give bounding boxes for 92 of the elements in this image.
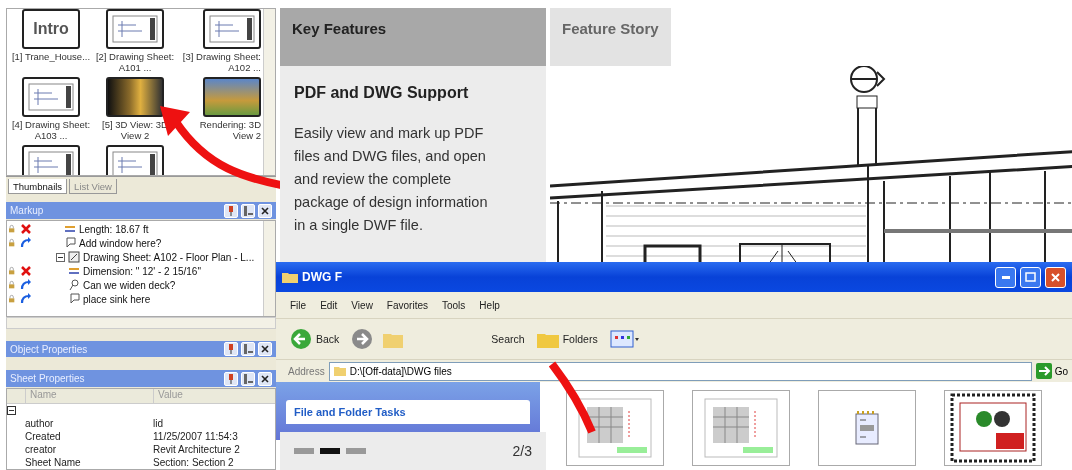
go-arrow-icon [1035,363,1052,379]
dock-icon [243,373,253,384]
address-label: Address [288,365,325,377]
tree-item[interactable]: Dimension: " 12' - 2 15/16" [83,265,201,277]
dock-icon [243,205,253,216]
task-pane-header[interactable]: File and Folder Tasks [286,400,530,424]
menu-item[interactable]: View [351,299,373,311]
tree-item[interactable]: Add window here? [79,237,162,249]
tree-item[interactable]: Can we widen deck? [83,279,176,291]
table-cell-text: 11/25/2007 11:54:3 [153,431,239,442]
close-icon [1051,272,1060,282]
file-thumbnail[interactable] [692,390,790,466]
dock-button[interactable] [241,342,255,357]
minimize-button[interactable] [995,266,1016,288]
minimize-icon [1001,275,1010,279]
notepad-icon [854,411,880,445]
scrollbar[interactable] [263,9,275,175]
speech-bubble-icon [64,237,76,250]
sheet-thumbnail[interactable] [203,9,261,49]
file-thumbnail[interactable] [944,390,1042,466]
folder-icon [333,366,346,376]
feature-description: Easily view and mark up PDF files and DWG files, and open and review the complete package of design information in a single DWF file. [294,124,489,235]
sheet-drawing [28,151,74,175]
sheet-drawing [112,151,158,175]
sheet-thumbnail[interactable] [106,145,164,175]
file-thumbnail[interactable] [566,390,664,466]
thumbnail-title: Intro [33,20,69,38]
dock-icon [243,344,253,355]
address-field[interactable]: D:\[Off-data]\DWG files [328,361,1032,381]
feature-tab[interactable]: Feature Story [550,8,671,66]
folders-button[interactable]: Folders [534,328,600,350]
photo-placeholder[interactable] [106,77,164,117]
views-icon [609,330,640,348]
table-cell-text: Revit Architecture 2 [153,444,241,455]
search-button[interactable]: Search [489,331,527,347]
table-cell-text: lid [153,418,164,429]
table-cell-text: creator [25,444,58,455]
maximize-button[interactable] [1020,266,1041,288]
pin-button[interactable] [224,371,238,386]
thumbnail-label: Rendering: 3D View 2 [198,119,261,141]
sheet-drawing [112,15,158,43]
menu-item[interactable]: File [290,299,307,311]
close-button[interactable] [258,203,272,218]
menu-item[interactable]: Tools [442,299,466,311]
pin-button[interactable] [224,342,238,357]
window-title: DWG F [302,270,343,284]
pin-button[interactable] [224,203,238,218]
close-icon [261,374,269,383]
feature-heading: PDF and DWG Support [294,84,470,102]
thumbnail-label: [3] Drawing Sheet: A102 ... [181,51,261,73]
back-button[interactable]: Back [288,326,342,352]
sheet-drawing [209,15,255,43]
panel-title: Sheet Properties [10,373,86,385]
feature-tab[interactable]: Key Features [280,8,546,66]
panel-title: Object Properties [10,343,89,355]
table-cell-text: author [25,418,55,429]
scrollbar[interactable] [263,221,275,316]
table-cell-text: Section: Section 2 [153,457,235,468]
sheet-icon [68,251,80,264]
sheet-drawing [28,83,74,111]
views-button[interactable] [607,328,642,350]
menu-item[interactable]: Edit [320,299,338,311]
photo-placeholder[interactable] [203,77,261,117]
close-icon [261,206,269,215]
dock-button[interactable] [241,203,255,218]
table-cell-text: Created [25,431,62,442]
folder-icon [282,271,298,283]
dock-button[interactable] [241,371,255,386]
table-cell-text: Sheet Name [25,457,82,468]
page-counter: 2/3 [512,443,532,459]
thumbnail-label: [4] Drawing Sheet: A103 ... [10,119,92,141]
close-button[interactable] [258,342,272,357]
tree-item[interactable]: Length: 18.67 ft [79,223,149,235]
menu-item[interactable]: Favorites [386,299,428,311]
close-button[interactable] [258,371,272,386]
sheet-thumbnail[interactable] [22,77,80,117]
menu-item[interactable]: Help [479,299,500,311]
sheet-thumbnail[interactable] [22,145,80,175]
speech-bubble-icon [68,293,80,306]
thumbnail-label: [1] Trane_House... [10,51,92,62]
sheet-thumbnail[interactable] [106,9,164,49]
maximize-icon [1025,272,1036,282]
collapse-icon [56,252,65,262]
tree-item[interactable]: place sink here [83,293,151,305]
close-icon [261,345,269,354]
tree-item[interactable]: Drawing Sheet: A102 - Floor Plan - L... [83,251,255,263]
file-thumbnail[interactable] [818,390,916,466]
thumbnail-frame[interactable]: Intro [22,9,80,49]
panel-title: Markup [10,205,45,217]
go-button[interactable]: Go [1035,363,1068,379]
panel-tab[interactable]: Thumbnails [8,178,68,195]
thumbnail-label: [2] Drawing Sheet: A101 ... [94,51,176,73]
